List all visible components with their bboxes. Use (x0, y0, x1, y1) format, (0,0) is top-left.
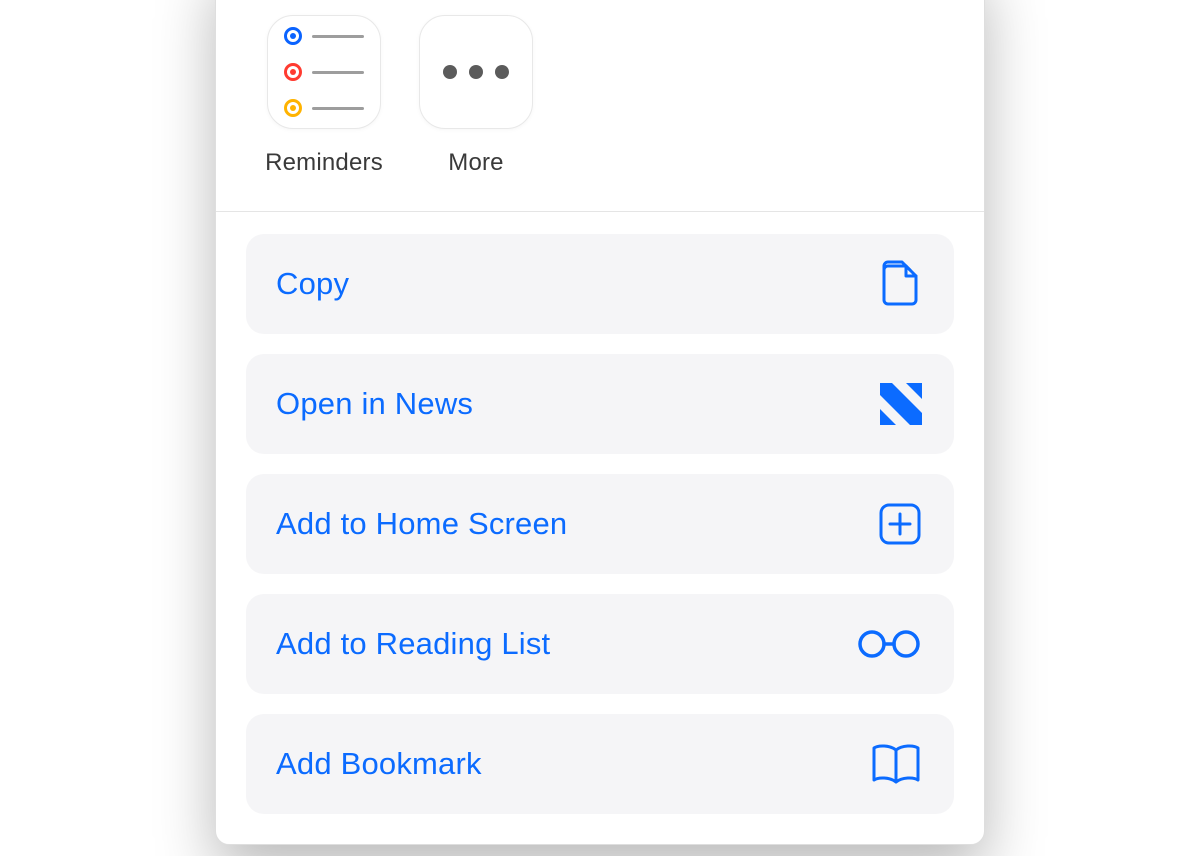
app-label: Reminders (265, 149, 383, 177)
action-label: Add Bookmark (276, 746, 482, 782)
app-label: More (448, 149, 503, 177)
action-add-to-home-screen[interactable]: Add to Home Screen (246, 474, 954, 574)
action-label: Open in News (276, 386, 473, 422)
app-reminders[interactable]: Reminders (264, 15, 384, 177)
news-icon (880, 383, 922, 425)
share-sheet: Reminders More Copy (215, 0, 985, 845)
share-sheet-container: Reminders More Copy (0, 0, 1200, 856)
action-copy[interactable]: Copy (246, 234, 954, 334)
glasses-icon (856, 628, 922, 660)
action-add-to-reading-list[interactable]: Add to Reading List (246, 594, 954, 694)
action-label: Copy (276, 266, 349, 302)
share-actions-list: Copy Open in News (216, 234, 984, 844)
plus-square-icon (878, 502, 922, 546)
action-open-in-news[interactable]: Open in News (246, 354, 954, 454)
reminders-icon (267, 15, 381, 129)
book-icon (870, 742, 922, 786)
share-apps-row: Reminders More (216, 0, 984, 177)
app-more[interactable]: More (416, 15, 536, 177)
more-icon (419, 15, 533, 129)
divider (216, 211, 984, 212)
action-label: Add to Home Screen (276, 506, 567, 542)
copy-icon (872, 256, 922, 312)
action-add-bookmark[interactable]: Add Bookmark (246, 714, 954, 814)
action-label: Add to Reading List (276, 626, 550, 662)
